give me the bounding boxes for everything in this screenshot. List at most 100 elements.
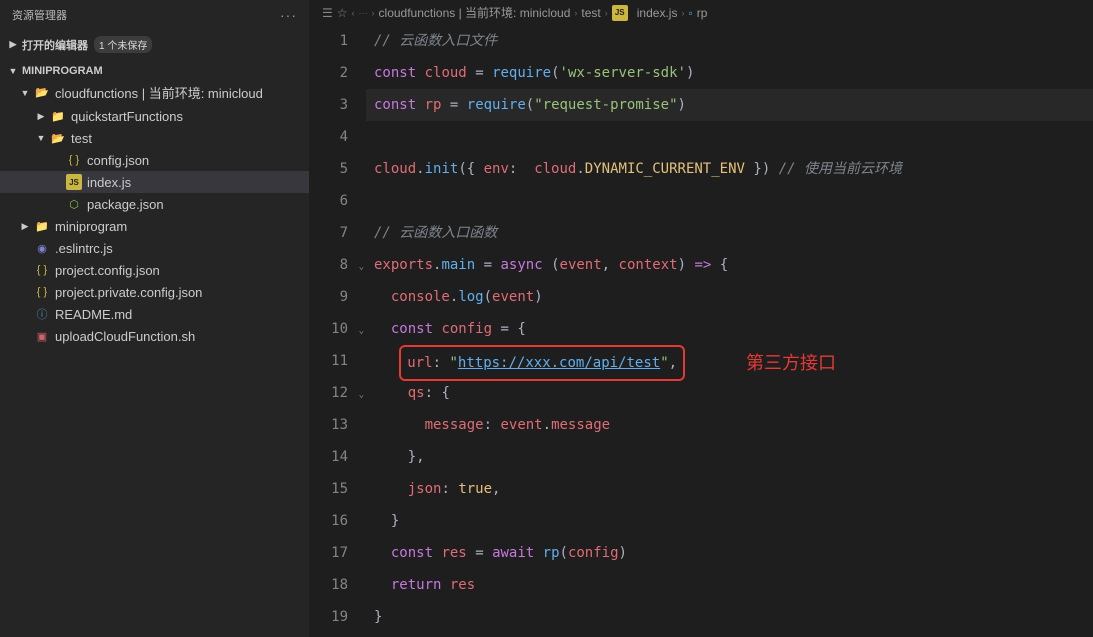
tree-item-miniprogram[interactable]: ▶📁 miniprogram	[0, 215, 309, 237]
line-number: 8	[310, 249, 348, 281]
code-line[interactable]: const rp = require("request-promise")	[366, 89, 1093, 121]
line-number: 15	[310, 473, 348, 505]
tree-item-index-js[interactable]: JS index.js	[0, 171, 309, 193]
tree-label: package.json	[87, 197, 164, 212]
code-line[interactable]: return res	[366, 569, 1093, 601]
line-number: 7	[310, 217, 348, 249]
explorer-title: 资源管理器	[12, 7, 67, 23]
tree-item-quickstart[interactable]: ▶📁 quickstartFunctions	[0, 105, 309, 127]
line-number: 4	[310, 121, 348, 153]
code-content[interactable]: // 云函数入口文件const cloud = require('wx-serv…	[366, 25, 1093, 637]
line-number: 18	[310, 569, 348, 601]
callout-annotation: 第三方接口	[746, 347, 836, 379]
folder-open-icon: 📂	[50, 130, 66, 146]
code-line[interactable]: const res = await rp(config)	[366, 537, 1093, 569]
file-tree: ▼📂cloudfunctions | 当前环境: minicloud▶📁quic…	[0, 80, 309, 347]
js-icon: JS	[612, 5, 628, 21]
line-number: 14	[310, 441, 348, 473]
code-line[interactable]: const cloud = require('wx-server-sdk')	[366, 57, 1093, 89]
tree-item-config-json[interactable]: { } config.json	[0, 149, 309, 171]
chevron-right-icon: ▶	[18, 221, 32, 232]
folder-open-icon: 📂	[34, 85, 50, 101]
line-number: 2	[310, 57, 348, 89]
code-line[interactable]	[366, 185, 1093, 217]
code-line[interactable]: const config = {	[366, 313, 1093, 345]
code-line[interactable]: },	[366, 441, 1093, 473]
line-number: 5	[310, 153, 348, 185]
tree-label: config.json	[87, 153, 149, 168]
tree-label: .eslintrc.js	[55, 241, 113, 256]
more-icon[interactable]: ···	[280, 7, 297, 23]
app-root: 资源管理器 ··· ▶ 打开的编辑器 1 个未保存 ▼ MINIPROGRAM …	[0, 0, 1093, 637]
code-line[interactable]: }	[366, 601, 1093, 633]
npm-icon: ⬡	[66, 196, 82, 212]
tree-label: cloudfunctions | 当前环境: minicloud	[55, 83, 263, 102]
chevron-down-icon: ▼	[18, 88, 32, 98]
tree-label: project.config.json	[55, 263, 160, 278]
code-line[interactable]: // 云函数入口文件	[366, 25, 1093, 57]
breadcrumb[interactable]: ☰ ☆ ‹ ··· › cloudfunctions | 当前环境: minic…	[310, 0, 1093, 25]
code-line[interactable]: message: event.message	[366, 409, 1093, 441]
tree-item-cloudfunctions[interactable]: ▼📂 cloudfunctions | 当前环境: minicloud	[0, 80, 309, 105]
tree-item-package-json[interactable]: ⬡ package.json	[0, 193, 309, 215]
tree-item-project-config[interactable]: { } project.config.json	[0, 259, 309, 281]
code-line[interactable]: json: true,	[366, 473, 1093, 505]
line-number: 1	[310, 25, 348, 57]
editor-pane: ☰ ☆ ‹ ··· › cloudfunctions | 当前环境: minic…	[310, 0, 1093, 637]
bookmark-icon[interactable]: ☆	[337, 6, 348, 20]
line-number: 13	[310, 409, 348, 441]
chevron-down-icon: ▼	[34, 133, 48, 143]
tree-label: quickstartFunctions	[71, 109, 183, 124]
open-editors-header[interactable]: ▶ 打开的编辑器 1 个未保存	[0, 33, 309, 56]
code-line[interactable]: cloud.init({ env: cloud.DYNAMIC_CURRENT_…	[366, 153, 1093, 185]
chevron-right-icon: ▶	[6, 39, 20, 50]
fold-icon[interactable]: ⌄	[359, 379, 364, 411]
line-number: 19	[310, 601, 348, 633]
tree-item-eslintrc[interactable]: ◉ .eslintrc.js	[0, 237, 309, 259]
code-line[interactable]: url: "https://xxx.com/api/test",	[366, 345, 1093, 377]
unsaved-badge: 1 个未保存	[94, 36, 152, 53]
chevron-right-icon: ▶	[34, 111, 48, 122]
project-header[interactable]: ▼ MINIPROGRAM	[0, 62, 309, 80]
line-number: 16	[310, 505, 348, 537]
line-number: 3	[310, 89, 348, 121]
tree-item-readme[interactable]: ⓘ README.md	[0, 303, 309, 325]
line-number: 17	[310, 537, 348, 569]
sidebar-title-bar: 资源管理器 ···	[0, 0, 309, 30]
code-line[interactable]: }	[366, 505, 1093, 537]
json-icon: { }	[66, 152, 82, 168]
line-number: 6	[310, 185, 348, 217]
json-icon: { }	[34, 262, 50, 278]
sidebar: 资源管理器 ··· ▶ 打开的编辑器 1 个未保存 ▼ MINIPROGRAM …	[0, 0, 310, 637]
line-number: 9	[310, 281, 348, 313]
breadcrumb-nav-icon[interactable]: ☰	[322, 6, 333, 20]
fold-icon[interactable]: ⌄	[359, 315, 364, 347]
code-line[interactable]: console.log(event)	[366, 281, 1093, 313]
tree-label: miniprogram	[55, 219, 127, 234]
tree-label: README.md	[55, 307, 132, 322]
code-line[interactable]: exports.main = async (event, context) =>…	[366, 249, 1093, 281]
line-gutter: 1234567⌄89⌄1011⌄1213141516171819	[310, 25, 366, 637]
line-number: 11	[310, 345, 348, 377]
code-line[interactable]: qs: {	[366, 377, 1093, 409]
folder-icon: 📁	[50, 108, 66, 124]
tree-item-test[interactable]: ▼📂test	[0, 127, 309, 149]
tree-label: index.js	[87, 175, 131, 190]
eslint-icon: ◉	[34, 240, 50, 256]
info-icon: ⓘ	[34, 306, 50, 322]
symbol-icon: ▫	[688, 6, 692, 20]
code-line[interactable]	[366, 121, 1093, 153]
tree-label: project.private.config.json	[55, 285, 202, 300]
code-line[interactable]: // 云函数入口函数	[366, 217, 1093, 249]
line-number: 12	[310, 377, 348, 409]
js-icon: JS	[66, 174, 82, 190]
code-area[interactable]: 1234567⌄89⌄1011⌄1213141516171819 // 云函数入…	[310, 25, 1093, 637]
line-number: 10	[310, 313, 348, 345]
tree-item-upload-sh[interactable]: ▣ uploadCloudFunction.sh	[0, 325, 309, 347]
shell-icon: ▣	[34, 328, 50, 344]
tree-item-project-private[interactable]: { } project.private.config.json	[0, 281, 309, 303]
tree-label: uploadCloudFunction.sh	[55, 329, 195, 344]
json-icon: { }	[34, 284, 50, 300]
folder-icon: 📁	[34, 218, 50, 234]
fold-icon[interactable]: ⌄	[359, 251, 364, 283]
